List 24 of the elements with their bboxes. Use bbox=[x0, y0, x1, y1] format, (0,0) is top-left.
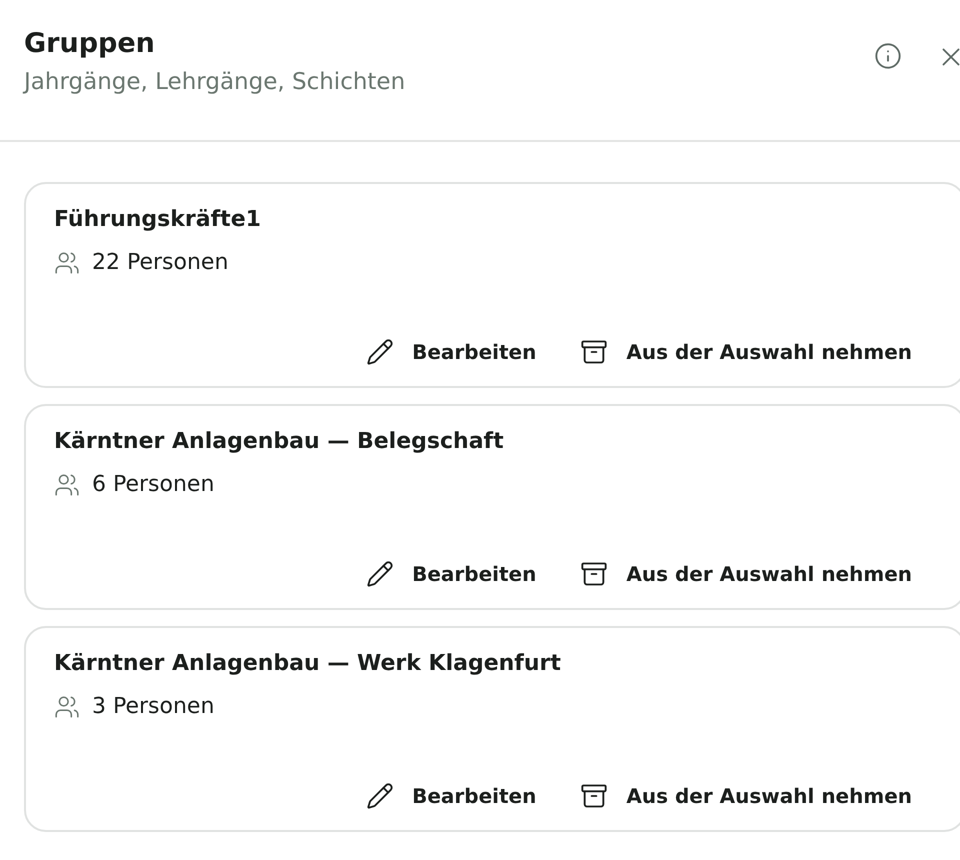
group-name: Kärntner Anlagenbau — Werk Klagenfurt bbox=[54, 650, 562, 678]
archive-box-icon bbox=[580, 338, 608, 366]
archive-box-icon bbox=[580, 782, 608, 810]
group-name: Kärntner Anlagenbau — Belegschaft bbox=[54, 428, 505, 456]
remove-button[interactable]: Aus der Auswahl nehmen bbox=[580, 560, 912, 588]
member-count: 6 Personen bbox=[92, 471, 214, 499]
edit-button[interactable]: Bearbeiten bbox=[366, 782, 536, 810]
member-count: 3 Personen bbox=[92, 693, 214, 721]
people-icon bbox=[54, 472, 80, 498]
remove-button[interactable]: Aus der Auswahl nehmen bbox=[580, 338, 912, 366]
people-icon bbox=[54, 250, 80, 276]
dialog-subtitle: Jahrgänge, Lehrgänge, Schichten bbox=[24, 68, 406, 97]
archive-box-icon bbox=[580, 560, 608, 588]
member-count: 22 Personen bbox=[92, 249, 228, 277]
pencil-icon bbox=[366, 560, 394, 588]
info-icon bbox=[874, 42, 902, 70]
people-icon bbox=[54, 694, 80, 720]
pencil-icon bbox=[366, 782, 394, 810]
dialog-title: Gruppen bbox=[24, 27, 156, 61]
edit-button[interactable]: Bearbeiten bbox=[366, 560, 536, 588]
remove-button[interactable]: Aus der Auswahl nehmen bbox=[580, 782, 912, 810]
group-name: Führungskräfte1 bbox=[54, 206, 262, 234]
pencil-icon bbox=[366, 338, 394, 366]
edit-button[interactable]: Bearbeiten bbox=[366, 338, 536, 366]
